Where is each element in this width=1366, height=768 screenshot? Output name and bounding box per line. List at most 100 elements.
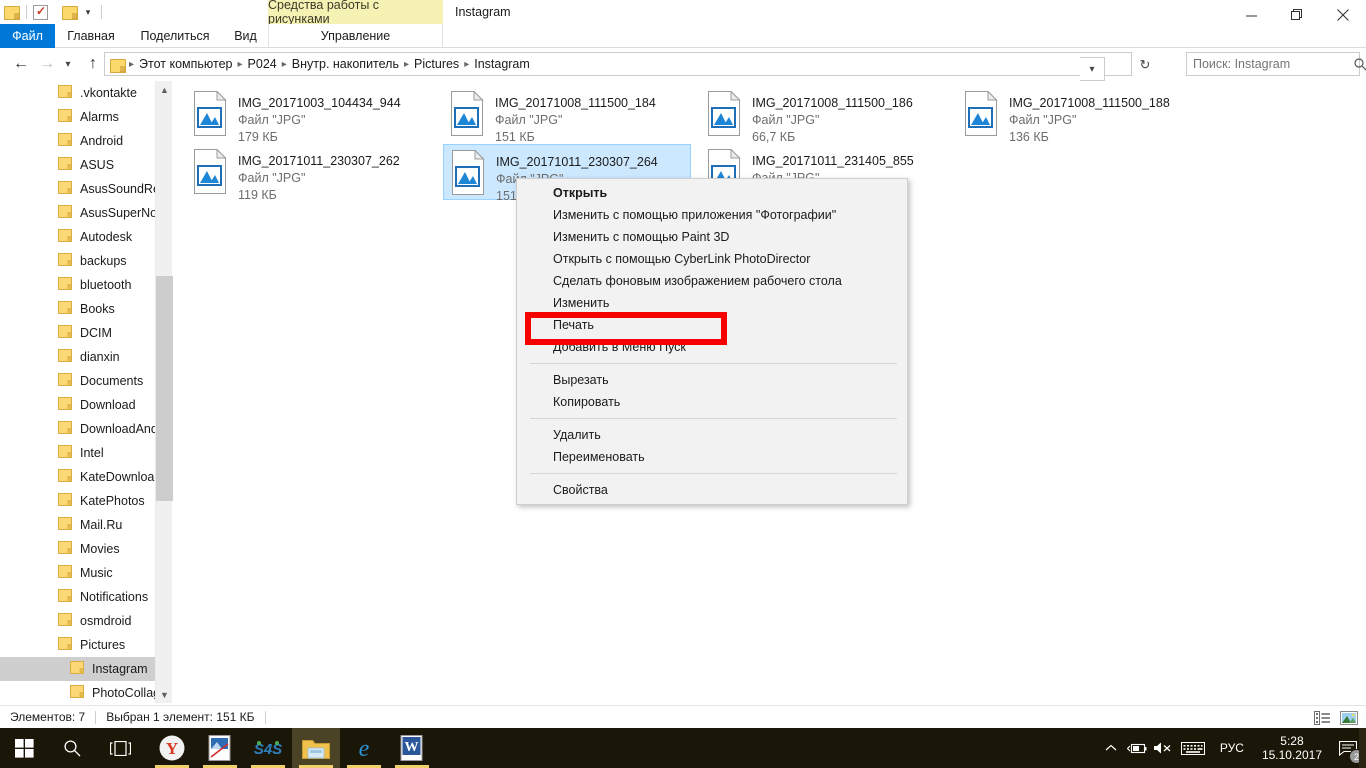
yandex-browser-icon[interactable]: Y xyxy=(148,728,196,768)
sidebar-item-android[interactable]: Android xyxy=(0,129,172,153)
sidebar-item-katephotos[interactable]: KatePhotos xyxy=(0,489,172,513)
tab-share[interactable]: Поделиться xyxy=(127,24,223,48)
context-menu-item[interactable]: Сделать фоновым изображением рабочего ст… xyxy=(517,270,907,292)
context-menu[interactable]: ОткрытьИзменить с помощью приложения "Фо… xyxy=(516,178,908,505)
sidebar-item-label: backups xyxy=(80,254,127,268)
sidebar-item-osmdroid[interactable]: osmdroid xyxy=(0,609,172,633)
context-menu-item[interactable]: Добавить в Меню Пуск xyxy=(517,336,907,358)
new-folder-icon[interactable] xyxy=(62,5,78,19)
chevron-down-icon[interactable]: ▾ xyxy=(81,4,95,20)
arrow-right-icon[interactable]: → xyxy=(36,53,58,75)
sidebar-item-asussoundrec[interactable]: AsusSoundRec xyxy=(0,177,172,201)
file-item[interactable]: IMG_20171008_111500_188Файл "JPG"136 КБ xyxy=(957,86,1205,142)
sidebar-item-backups[interactable]: backups xyxy=(0,249,172,273)
context-menu-item[interactable]: Открыть xyxy=(517,182,907,204)
breadcrumb-separator: ▸ xyxy=(237,59,244,70)
breadcrumb[interactable]: ▸ Этот компьютер ▸ P024 ▸ Внутр. накопит… xyxy=(104,52,1132,76)
context-menu-item[interactable]: Открыть с помощью CyberLink PhotoDirecto… xyxy=(517,248,907,270)
sidebar-item-books[interactable]: Books xyxy=(0,297,172,321)
volume-muted-icon[interactable] xyxy=(1150,728,1176,768)
keyboard-icon[interactable] xyxy=(1176,728,1210,768)
file-item[interactable]: IMG_20171008_111500_184Файл "JPG"151 КБ xyxy=(443,86,691,142)
sidebar-item-mail-ru[interactable]: Mail.Ru xyxy=(0,513,172,537)
breadcrumb-item-0[interactable]: Этот компьютер xyxy=(135,57,236,71)
internet-explorer-icon[interactable]: e xyxy=(340,728,388,768)
search-input[interactable] xyxy=(1186,52,1360,76)
context-menu-item[interactable]: Изменить xyxy=(517,292,907,314)
context-menu-item[interactable]: Печать xyxy=(517,314,907,336)
sidebar-item-asussupernot[interactable]: AsusSuperNot xyxy=(0,201,172,225)
file-item[interactable]: IMG_20171008_111500_186Файл "JPG"66,7 КБ xyxy=(700,86,948,142)
chevron-up-icon[interactable]: ▲ xyxy=(156,81,173,98)
breadcrumb-item-1[interactable]: P024 xyxy=(244,57,281,71)
sidebar-item-label: Alarms xyxy=(80,110,119,124)
context-menu-item[interactable]: Вырезать xyxy=(517,369,907,391)
folder-icon[interactable] xyxy=(4,5,20,19)
chevron-up-icon[interactable] xyxy=(1098,728,1124,768)
show-desktop-button[interactable] xyxy=(1359,728,1366,768)
breadcrumb-item-3[interactable]: Pictures xyxy=(410,57,463,71)
arrow-left-icon[interactable]: ← xyxy=(10,53,32,75)
clock[interactable]: 5:28 15.10.2017 xyxy=(1254,734,1330,762)
jpg-file-icon xyxy=(192,149,230,195)
navigation-pane[interactable]: .vkontakteAlarmsAndroidASUSAsusSoundRecA… xyxy=(0,81,172,703)
chevron-down-icon[interactable]: ▾ xyxy=(1080,57,1105,81)
sidebar-item-instagram[interactable]: Instagram xyxy=(0,657,172,681)
details-view-icon[interactable] xyxy=(1313,709,1332,726)
paint-icon[interactable] xyxy=(196,728,244,768)
folder-icon xyxy=(70,685,85,701)
windows-start-icon[interactable] xyxy=(0,728,48,768)
scrollbar-thumb[interactable] xyxy=(156,276,173,501)
sidebar-item-dianxin[interactable]: dianxin xyxy=(0,345,172,369)
sidebar-item-asus[interactable]: ASUS xyxy=(0,153,172,177)
sidebar-item-intel[interactable]: Intel xyxy=(0,441,172,465)
sidebar-item-vkontakte[interactable]: .vkontakte xyxy=(0,81,172,105)
tab-file[interactable]: Файл xyxy=(0,24,55,48)
tab-view[interactable]: Вид xyxy=(223,24,268,48)
sidebar-scrollbar[interactable]: ▲ ▼ xyxy=(155,81,172,703)
word-icon[interactable]: W xyxy=(388,728,436,768)
file-item[interactable]: IMG_20171003_104434_944Файл "JPG"179 КБ xyxy=(186,86,434,142)
chevron-down-icon[interactable]: ▾ xyxy=(60,53,76,75)
task-view-icon[interactable] xyxy=(96,728,144,768)
arrow-up-icon[interactable]: ↑ xyxy=(82,53,104,75)
sidebar-item-movies[interactable]: Movies xyxy=(0,537,172,561)
sidebar-item-dcim[interactable]: DCIM xyxy=(0,321,172,345)
context-menu-item[interactable]: Свойства xyxy=(517,479,907,501)
file-item[interactable]: IMG_20171011_230307_262Файл "JPG"119 КБ xyxy=(186,144,434,200)
sidebar-item-autodesk[interactable]: Autodesk xyxy=(0,225,172,249)
sidebar-item-download[interactable]: Download xyxy=(0,393,172,417)
sidebar-item-pictures[interactable]: Pictures xyxy=(0,633,172,657)
sidebar-item-katedownload[interactable]: KateDownload xyxy=(0,465,172,489)
sidebar-item-music[interactable]: Music xyxy=(0,561,172,585)
divider xyxy=(26,5,27,19)
context-menu-item[interactable]: Удалить xyxy=(517,424,907,446)
tab-manage[interactable]: Управление xyxy=(268,24,443,48)
search-icon[interactable] xyxy=(48,728,96,768)
tab-home[interactable]: Главная xyxy=(55,24,127,48)
sims4-icon[interactable]: S4S xyxy=(244,728,292,768)
refresh-icon[interactable]: ↻ xyxy=(1132,53,1158,77)
chevron-down-icon[interactable]: ▼ xyxy=(156,686,173,703)
large-icons-view-icon[interactable] xyxy=(1339,709,1358,726)
search-field[interactable] xyxy=(1187,57,1354,71)
properties-icon[interactable] xyxy=(33,5,48,20)
context-menu-item[interactable]: Переименовать xyxy=(517,446,907,468)
context-menu-item[interactable]: Изменить с помощью приложения "Фотографи… xyxy=(517,204,907,226)
sidebar-item-photocollage[interactable]: PhotoCollage xyxy=(0,681,172,703)
sidebar-item-downloadand[interactable]: DownloadAnd xyxy=(0,417,172,441)
sidebar-item-alarms[interactable]: Alarms xyxy=(0,105,172,129)
breadcrumb-item-2[interactable]: Внутр. накопитель xyxy=(288,57,403,71)
sidebar-item-bluetooth[interactable]: bluetooth xyxy=(0,273,172,297)
context-menu-item[interactable]: Изменить с помощью Paint 3D xyxy=(517,226,907,248)
context-menu-item[interactable]: Копировать xyxy=(517,391,907,413)
language-indicator[interactable]: РУС xyxy=(1210,741,1254,755)
search-icon[interactable] xyxy=(1354,58,1366,71)
sidebar-item-documents[interactable]: Documents xyxy=(0,369,172,393)
sidebar-item-label: Android xyxy=(80,134,123,148)
file-explorer-icon[interactable] xyxy=(292,728,340,768)
jpg-file-icon xyxy=(450,150,488,196)
battery-charging-icon[interactable] xyxy=(1124,728,1150,768)
sidebar-item-notifications[interactable]: Notifications xyxy=(0,585,172,609)
breadcrumb-item-4[interactable]: Instagram xyxy=(470,57,534,71)
